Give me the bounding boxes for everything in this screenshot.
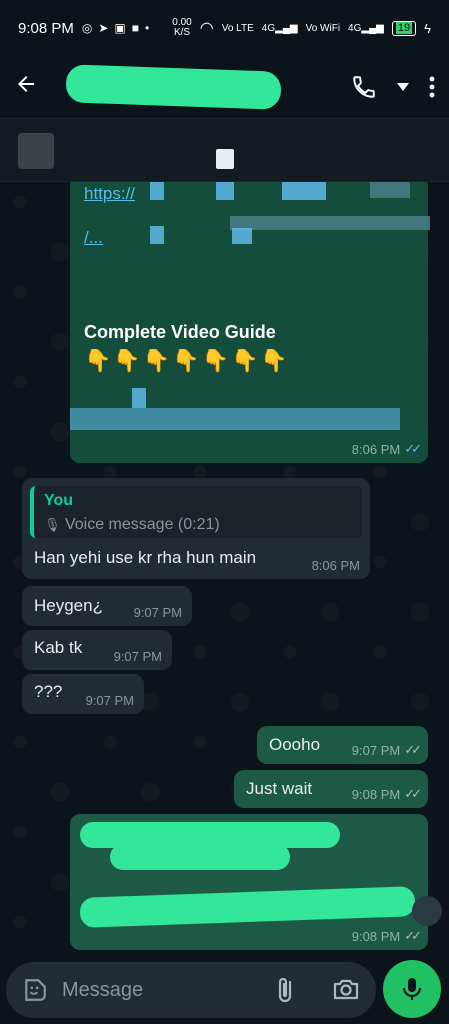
message-meta: 8:06 PM ✓✓ — [351, 441, 422, 457]
message-text: Han yehi use kr rha hun main — [34, 548, 257, 567]
outgoing-message[interactable]: Oooho 9:07 PM ✓✓ — [257, 726, 428, 764]
outgoing-redacted-message[interactable]: 9:08 PM ✓✓ — [70, 814, 428, 950]
guide-title: Complete Video Guide — [84, 322, 276, 342]
outgoing-link-message[interactable]: https:// /... Complete Video Guide 👇👇👇👇👇… — [70, 182, 430, 463]
pointing-down-emojis: 👇👇👇👇👇👇👇 — [84, 348, 290, 373]
system-icons: 0.00 K/S ◠ Vo LTE 4G▂▄▆ Vo WiFi 4G▂▄▆ 19… — [172, 18, 431, 38]
message-meta: 9:07 PM — [134, 605, 182, 620]
quote-author: You — [44, 492, 74, 509]
message-text: Just wait — [246, 779, 313, 798]
message-meta: 9:07 PM — [86, 693, 134, 708]
chevron-down-icon[interactable] — [397, 83, 409, 91]
message-time: 9:08 PM — [351, 786, 401, 802]
app-icon: ■ — [131, 21, 140, 35]
incoming-reply-message[interactable]: You 🎙 Voice message (0:21) Han yehi use … — [22, 478, 370, 579]
message-time: 9:07 PM — [351, 742, 401, 758]
pinned-bar[interactable] — [0, 118, 449, 182]
sim1-label: Vo LTE — [221, 22, 254, 34]
arrow-left-icon[interactable] — [14, 72, 46, 103]
sim2-label: Vo WiFi — [305, 22, 341, 34]
message-meta: 9:07 PM — [114, 649, 162, 664]
incoming-message[interactable]: Heygen¿ 9:07 PM — [22, 586, 192, 626]
link-text[interactable]: https:// — [84, 184, 135, 204]
redacted-link-part — [150, 226, 164, 244]
pinned-thumbnail[interactable] — [18, 133, 54, 169]
redacted-link-part — [132, 388, 146, 408]
double-check-icon: ✓✓ — [404, 441, 422, 456]
double-check-icon: ✓✓ — [404, 742, 422, 757]
status-bar: 9:08 PM ◎ ➤ ▣ ■ • 0.00 K/S ◠ Vo LTE 4G▂▄… — [0, 0, 449, 56]
redacted-link-part — [370, 182, 410, 198]
quoted-message[interactable]: You 🎙 Voice message (0:21) — [30, 486, 362, 538]
redacted-link-part — [70, 408, 400, 430]
camera-icon[interactable] — [332, 976, 360, 1007]
redacted-link-part — [230, 216, 430, 230]
message-meta: 9:08 PM ✓✓ — [351, 928, 422, 944]
message-text: Oooho — [269, 735, 321, 754]
redacted-link-part — [282, 182, 326, 200]
message-time: 9:08 PM — [351, 928, 401, 944]
mic-icon: 🎙 — [44, 517, 61, 532]
message-text: Kab tk — [34, 638, 83, 657]
redacted-link-part — [150, 182, 164, 200]
outgoing-message[interactable]: Just wait 9:08 PM ✓✓ — [234, 770, 428, 808]
more-vert-icon[interactable] — [429, 76, 435, 98]
link-text-line2[interactable]: /... — [84, 228, 103, 248]
dot-icon: • — [145, 21, 150, 35]
redacted-text — [110, 844, 290, 870]
composer-box — [6, 962, 376, 1018]
message-text: Heygen¿ — [34, 596, 103, 615]
app-icon: ▣ — [114, 21, 126, 35]
incoming-message[interactable]: Kab tk 9:07 PM — [22, 630, 172, 670]
battery-icon: 19 — [391, 20, 417, 36]
message-time: 8:06 PM — [311, 558, 360, 573]
quote-text: 🎙 Voice message (0:21) — [44, 516, 220, 533]
message-meta: 8:06 PM — [312, 558, 360, 573]
redacted-link-part — [232, 228, 252, 244]
message-composer — [0, 958, 449, 1024]
message-time: 9:07 PM — [113, 649, 162, 664]
redacted-link-part — [216, 182, 234, 200]
whatsapp-icon: ◎ — [81, 21, 93, 35]
sim2-signal-icon: 4G▂▄▆ — [348, 22, 384, 34]
chat-header — [0, 56, 449, 118]
phone-icon[interactable] — [351, 74, 377, 100]
message-input[interactable] — [62, 978, 262, 1002]
mic-icon — [402, 978, 422, 1000]
charging-icon: ϟ — [424, 20, 431, 36]
double-check-icon: ✓✓ — [404, 786, 422, 801]
message-time: 9:07 PM — [133, 605, 182, 620]
chat-area[interactable]: https:// /... Complete Video Guide 👇👇👇👇👇… — [0, 182, 449, 958]
double-check-icon: ✓✓ — [404, 928, 422, 943]
paperclip-icon[interactable] — [274, 976, 298, 1009]
redacted-text — [79, 886, 416, 928]
net-unit: K/S — [173, 27, 191, 38]
pinned-document-icon — [216, 149, 234, 169]
message-meta: 9:08 PM ✓✓ — [351, 786, 422, 802]
message-time: 9:07 PM — [85, 693, 134, 708]
message-meta: 9:07 PM ✓✓ — [351, 742, 422, 758]
message-text: ??? — [34, 682, 63, 701]
incoming-message[interactable]: ??? 9:07 PM — [22, 674, 144, 714]
notification-icons: ◎ ➤ ▣ ■ • — [82, 21, 149, 35]
status-time: 9:08 PM — [18, 19, 74, 37]
wifi-icon: ◠ — [199, 20, 214, 37]
message-time: 8:06 PM — [351, 441, 401, 457]
sticker-emoji-icon[interactable] — [22, 977, 48, 1008]
contact-name-redacted[interactable] — [65, 64, 282, 110]
scroll-down-button[interactable] — [412, 896, 442, 926]
sim1-signal-icon: 4G▂▄▆ — [261, 22, 298, 34]
mic-button[interactable] — [383, 960, 441, 1018]
telegram-icon: ➤ — [98, 21, 109, 35]
